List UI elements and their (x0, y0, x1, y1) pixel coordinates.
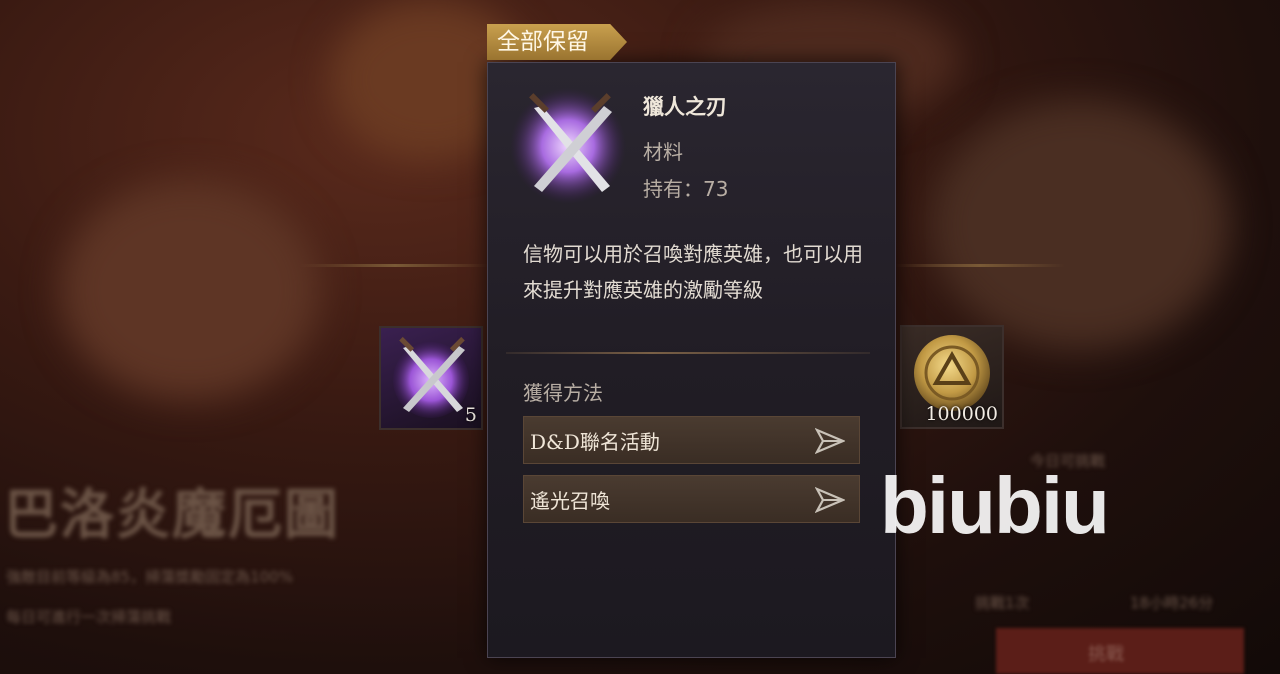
source-label: D&D聯名活動 (530, 429, 660, 454)
side-item-blades[interactable]: 5 (379, 326, 483, 430)
background-title: 巴洛炎魔厄圖 (4, 482, 340, 546)
background-challenge-button: 挑戰 (996, 628, 1244, 674)
side-item-gold-coin[interactable]: 100000 (900, 325, 1004, 429)
background-right-line2: 挑戰1次 (975, 594, 1030, 612)
item-description: 信物可以用於召喚對應英雄，也可以用來提升對應英雄的激勵等級 (523, 242, 863, 302)
source-dnd-event-button[interactable]: D&D聯名活動 (523, 416, 860, 464)
send-arrow-icon (815, 428, 845, 454)
item-type: 材料 (643, 140, 683, 164)
background-desc-line1: 強敵目前等級為85，掃蕩獎勵固定為100% (6, 568, 293, 586)
send-arrow-icon (815, 487, 845, 513)
side-item-count: 100000 (925, 403, 998, 425)
item-owned-count: 持有：73 (643, 177, 729, 201)
side-item-count: 5 (464, 404, 477, 426)
obtain-methods-title: 獲得方法 (523, 381, 603, 405)
item-name: 獵人之刃 (643, 95, 727, 119)
source-summon-button[interactable]: 遙光召喚 (523, 475, 860, 523)
background-desc-line2: 每日可進行一次掃蕩挑戰 (6, 608, 172, 626)
keep-all-tag[interactable]: 全部保留 (487, 24, 627, 60)
watermark: biubiu (880, 461, 1110, 550)
crossed-blades-icon (508, 86, 630, 206)
background-right-line3: 18小時26分 (1130, 594, 1214, 612)
source-label: 遙光召喚 (530, 488, 610, 513)
divider (506, 352, 870, 354)
